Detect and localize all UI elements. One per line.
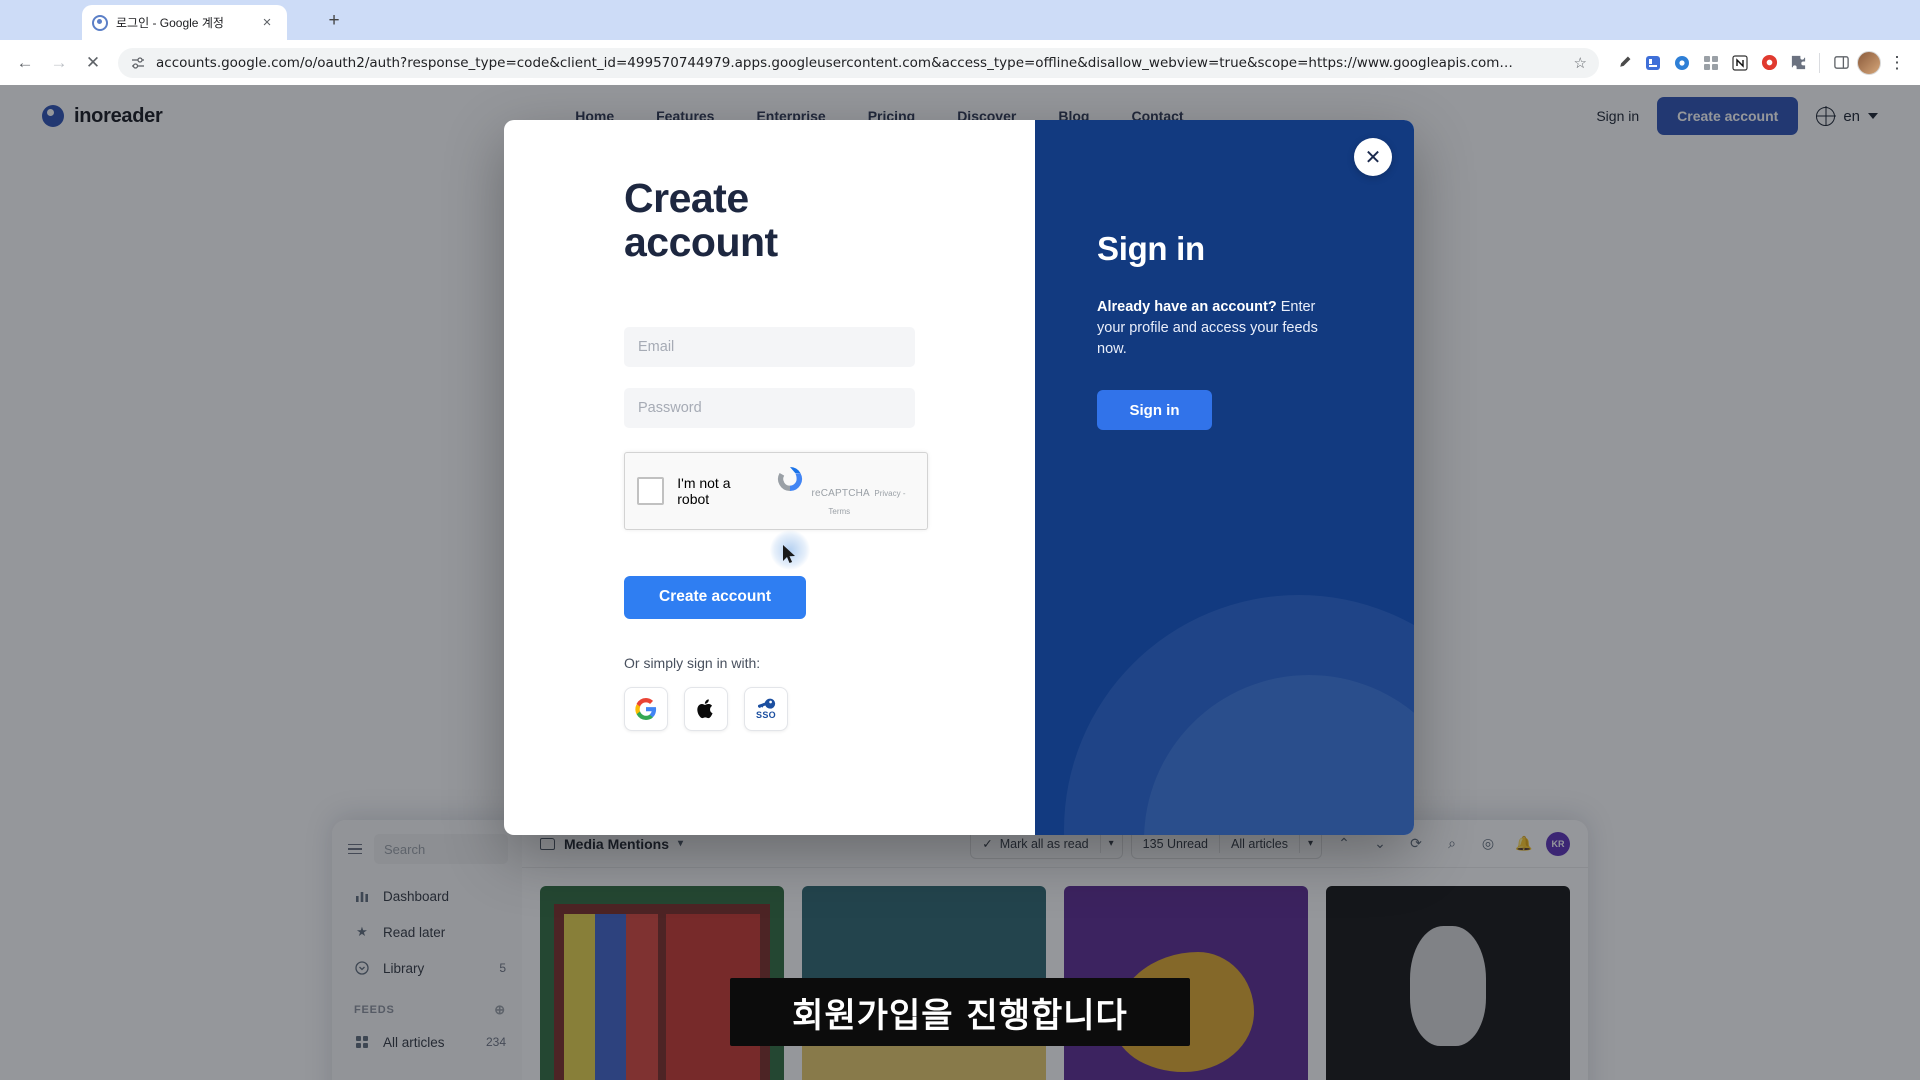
back-button[interactable]: ← xyxy=(10,48,40,78)
recaptcha-brand-name: reCAPTCHA xyxy=(811,488,870,500)
social-signin-buttons: SSO xyxy=(624,686,1035,731)
browser-window: 로그인 - Google 계정 × + ← → ✕ accounts.googl… xyxy=(0,0,1920,1080)
recaptcha-brand: reCAPTCHA Privacy - Terms xyxy=(764,462,915,519)
google-favicon xyxy=(92,14,108,31)
profile-avatar[interactable] xyxy=(1857,50,1881,75)
address-bar[interactable]: accounts.google.com/o/oauth2/auth?respon… xyxy=(118,47,1599,78)
sign-in-title: Sign in xyxy=(1097,230,1205,267)
sign-in-panel: Sign in Already have an account? Enter y… xyxy=(1035,120,1414,835)
sign-in-copy-bold: Already have an account? xyxy=(1097,299,1277,315)
tab-title: 로그인 - Google 계정 xyxy=(116,16,224,30)
recaptcha-label: I'm not a robot xyxy=(677,474,731,507)
email-field[interactable]: Email xyxy=(624,326,915,367)
page-title: Create account xyxy=(624,175,778,266)
google-signin-button[interactable] xyxy=(624,686,668,731)
subtitle-text: 회원가입을 진행합니다 xyxy=(792,995,1128,1036)
bookmark-star-icon[interactable]: ☆ xyxy=(1574,54,1587,72)
social-signin-label: Or simply sign in with: xyxy=(624,654,761,671)
record-extension-icon[interactable] xyxy=(1756,50,1782,76)
notion-extension-icon[interactable] xyxy=(1727,50,1753,76)
create-account-button[interactable]: Create account xyxy=(624,575,806,619)
browser-tab[interactable]: 로그인 - Google 계정 × xyxy=(82,5,287,40)
apple-signin-button[interactable] xyxy=(684,686,728,731)
extension-toolbar: ⋮ xyxy=(1611,50,1910,76)
settings-extension-icon[interactable] xyxy=(1669,50,1695,76)
auth-modal: Create account Email Password I'm not a … xyxy=(504,120,1414,835)
sign-in-button[interactable]: Sign in xyxy=(1097,390,1212,431)
url-text: accounts.google.com/o/oauth2/auth?respon… xyxy=(156,54,1513,71)
subtitle-caption: 회원가입을 진행합니다 xyxy=(730,978,1190,1046)
create-account-panel: Create account Email Password I'm not a … xyxy=(504,120,1035,835)
new-tab-button[interactable]: + xyxy=(324,10,344,31)
sso-signin-button[interactable]: SSO xyxy=(744,686,788,731)
recaptcha-icon xyxy=(773,467,811,500)
recaptcha-widget[interactable]: I'm not a robot reCAPTCHA Privacy - Term… xyxy=(624,451,928,530)
chrome-menu-icon[interactable]: ⋮ xyxy=(1884,50,1910,76)
tab-strip: 로그인 - Google 계정 × + xyxy=(0,0,1920,40)
eyedropper-icon[interactable] xyxy=(1611,50,1637,76)
close-icon[interactable]: ✕ xyxy=(1354,138,1392,176)
close-icon[interactable]: × xyxy=(257,13,277,33)
forward-button[interactable]: → xyxy=(44,48,74,78)
extensions-icon[interactable] xyxy=(1785,50,1811,76)
recaptcha-checkbox[interactable] xyxy=(637,476,665,505)
split-view-icon[interactable] xyxy=(1828,50,1854,76)
toolbar-divider xyxy=(1819,52,1820,73)
puzzle-extension-icon[interactable] xyxy=(1640,50,1666,76)
password-field[interactable]: Password xyxy=(624,387,915,428)
grid-extension-icon[interactable] xyxy=(1698,50,1724,76)
sign-in-copy: Already have an account? Enter your prof… xyxy=(1097,297,1347,360)
stop-loading-button[interactable]: ✕ xyxy=(78,48,108,78)
tune-icon[interactable] xyxy=(130,55,146,71)
sso-label: SSO xyxy=(756,710,776,721)
browser-toolbar: ← → ✕ accounts.google.com/o/oauth2/auth?… xyxy=(0,40,1920,85)
